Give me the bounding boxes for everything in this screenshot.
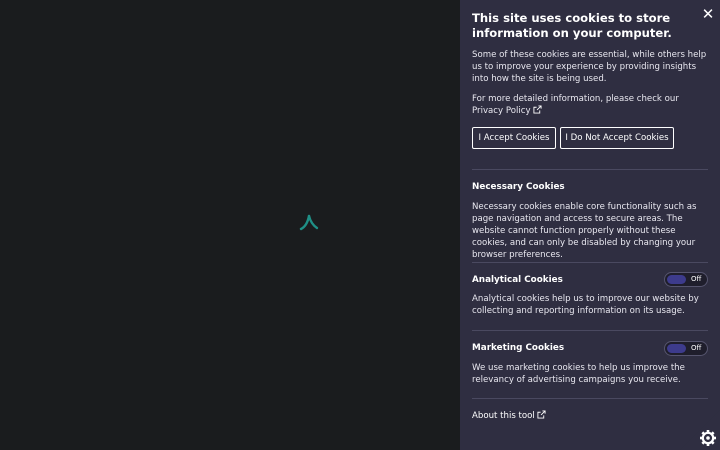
- marketing-cookies-toggle[interactable]: Off: [664, 341, 708, 356]
- divider: [472, 330, 708, 331]
- external-link-icon: [537, 410, 546, 419]
- analytical-cookies-description: Analytical cookies help us to improve ou…: [472, 294, 699, 316]
- marketing-cookies-title: Marketing Cookies: [472, 343, 565, 353]
- analytical-cookies-toggle[interactable]: Off: [664, 272, 708, 287]
- analytical-cookies-title: Analytical Cookies: [472, 275, 563, 285]
- divider: [472, 262, 708, 263]
- panel-title: This site uses cookies to store informat…: [472, 11, 672, 40]
- cookie-consent-panel: ✕ This site uses cookies to store inform…: [460, 0, 720, 450]
- privacy-policy-link[interactable]: For more detailed information, please ch…: [472, 94, 679, 116]
- divider: [472, 169, 708, 170]
- toggle-state-label: Off: [691, 275, 702, 283]
- accept-cookies-button[interactable]: I Accept Cookies: [472, 127, 556, 149]
- intro-text: Some of these cookies are essential, whi…: [472, 50, 707, 84]
- divider: [472, 398, 708, 399]
- necessary-cookies-description: Necessary cookies enable core functional…: [472, 202, 697, 260]
- decline-cookies-button[interactable]: I Do Not Accept Cookies: [560, 127, 674, 149]
- necessary-cookies-title: Necessary Cookies: [472, 182, 565, 192]
- toggle-knob: [667, 344, 686, 353]
- gear-icon: [700, 430, 716, 446]
- about-label: About this tool: [472, 411, 535, 421]
- privacy-policy-text: For more detailed information, please ch…: [472, 93, 710, 117]
- marketing-cookies-description: We use marketing cookies to help us impr…: [472, 363, 685, 385]
- about-this-tool-link[interactable]: About this tool: [472, 410, 546, 422]
- toggle-knob: [667, 275, 686, 284]
- loading-spinner-icon: [299, 214, 319, 231]
- toggle-state-label: Off: [691, 344, 702, 352]
- close-icon[interactable]: ✕: [700, 6, 716, 22]
- external-link-icon: [533, 105, 542, 114]
- cookie-settings-button[interactable]: [680, 410, 720, 450]
